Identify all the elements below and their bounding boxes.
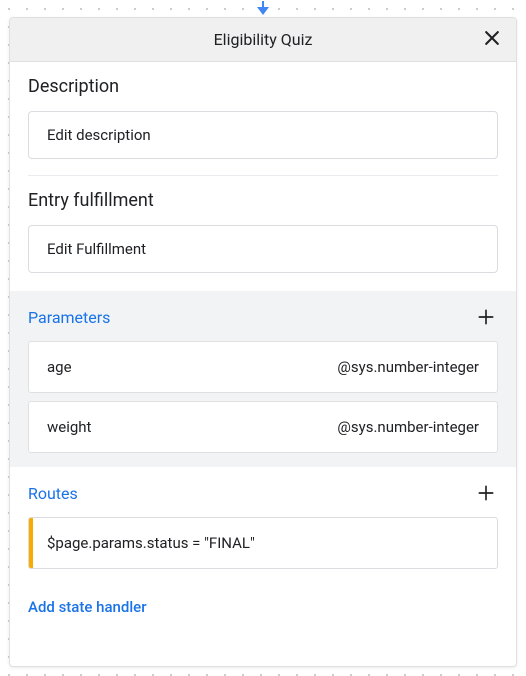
parameter-row[interactable]: weight @sys.number-integer xyxy=(28,401,498,453)
plus-icon xyxy=(476,483,496,503)
add-route-button[interactable] xyxy=(474,481,498,505)
parameter-name: age xyxy=(47,358,72,376)
parameters-header: Parameters xyxy=(28,305,498,329)
parameter-type: @sys.number-integer xyxy=(337,418,479,436)
add-state-handler-link[interactable]: Add state handler xyxy=(28,598,147,616)
parameter-row[interactable]: age @sys.number-integer xyxy=(28,341,498,393)
panel-body: Description Edit description Entry fulfi… xyxy=(10,62,516,630)
close-icon xyxy=(482,28,502,52)
plus-icon xyxy=(476,307,496,327)
page-panel: Eligibility Quiz Description Edit descri… xyxy=(9,17,517,667)
close-button[interactable] xyxy=(480,28,504,52)
panel-title: Eligibility Quiz xyxy=(214,30,313,49)
add-parameter-button[interactable] xyxy=(474,305,498,329)
flow-canvas: Eligibility Quiz Description Edit descri… xyxy=(0,0,526,676)
edit-description-field[interactable]: Edit description xyxy=(28,111,498,159)
route-expression: $page.params.status = "FINAL" xyxy=(33,518,269,568)
route-row[interactable]: $page.params.status = "FINAL" xyxy=(28,517,498,569)
panel-header: Eligibility Quiz xyxy=(10,18,516,62)
routes-section: Routes $page.params.status = "FINAL" xyxy=(10,467,516,583)
routes-header: Routes xyxy=(28,481,498,505)
entry-fulfillment-label: Entry fulfillment xyxy=(28,190,498,211)
entry-fulfillment-section: Entry fulfillment Edit Fulfillment xyxy=(10,176,516,289)
incoming-arrow-icon xyxy=(254,0,272,14)
edit-fulfillment-field[interactable]: Edit Fulfillment xyxy=(28,225,498,273)
parameter-type: @sys.number-integer xyxy=(337,358,479,376)
parameters-title[interactable]: Parameters xyxy=(28,308,110,327)
description-label: Description xyxy=(28,76,498,97)
parameter-name: weight xyxy=(47,418,91,436)
add-state-handler-row: Add state handler xyxy=(10,583,516,630)
description-section: Description Edit description xyxy=(10,62,516,175)
routes-title[interactable]: Routes xyxy=(28,484,78,503)
parameters-section: Parameters age @sys.number-integer weigh… xyxy=(10,291,516,467)
